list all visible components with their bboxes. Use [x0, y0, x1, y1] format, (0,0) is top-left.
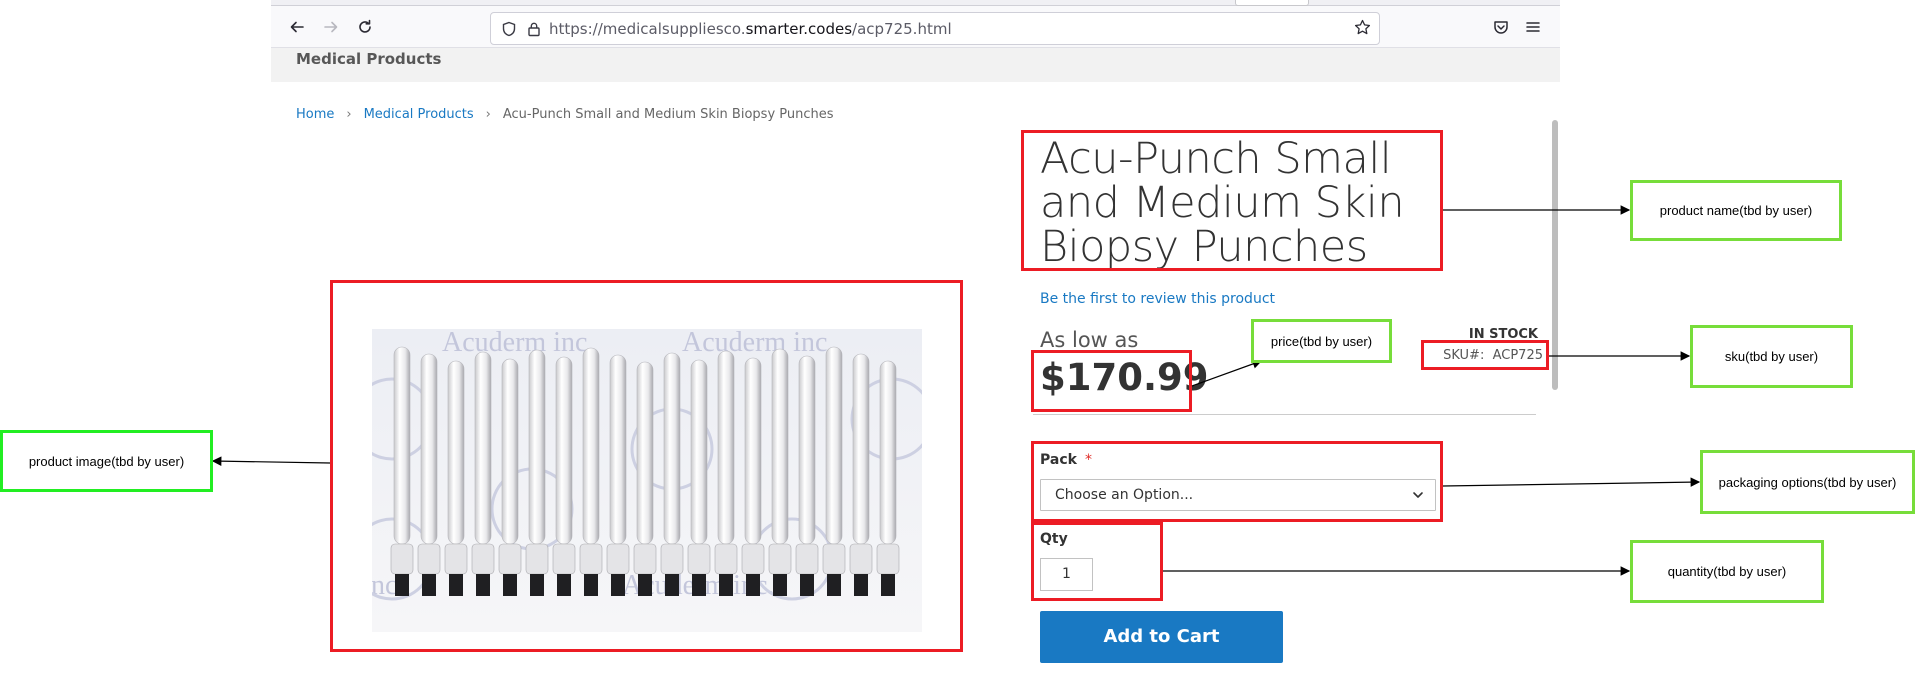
annotation-packaging: packaging options(tbd by user): [1700, 450, 1915, 514]
annotation-sku: sku(tbd by user): [1690, 325, 1853, 388]
annotation-price: price(tbd by user): [1251, 319, 1392, 363]
annotation-product-image: product image(tbd by user): [0, 430, 213, 492]
annotation-quantity: quantity(tbd by user): [1630, 540, 1824, 603]
annotation-product-name: product name(tbd by user): [1630, 180, 1842, 241]
annotation-arrows: [211, 205, 1701, 576]
